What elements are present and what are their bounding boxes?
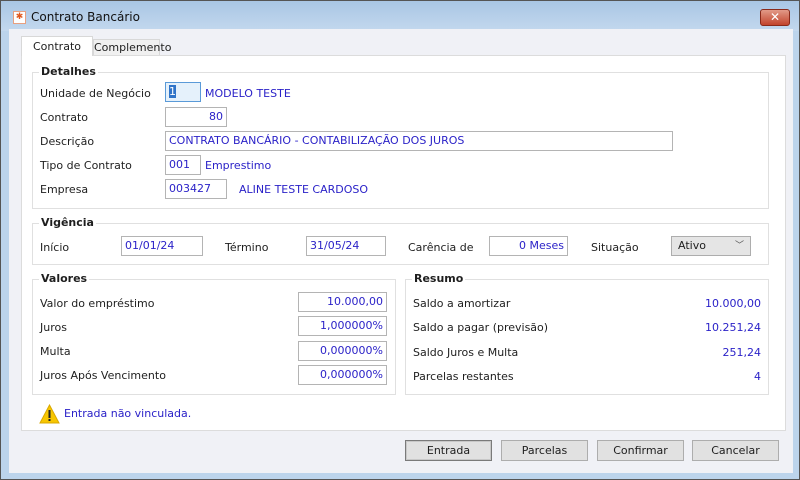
resumo-label: Saldo Juros e Multa: [413, 346, 519, 359]
unidade-input[interactable]: 1: [165, 82, 201, 102]
termino-input[interactable]: 31/05/24: [306, 236, 386, 256]
tipo-label: Tipo de Contrato: [40, 159, 132, 172]
descricao-input[interactable]: CONTRATO BANCÁRIO - CONTABILIZAÇÃO DOS J…: [165, 131, 673, 151]
close-button[interactable]: ✕: [760, 9, 790, 26]
situacao-value: Ativo: [678, 239, 706, 252]
resumo-value: 10.000,00: [705, 297, 761, 310]
tipo-input[interactable]: 001: [165, 155, 201, 175]
title-bar: ✱ Contrato Bancário ✕: [1, 1, 799, 31]
carencia-label: Carência de: [408, 241, 474, 254]
parcelas-button[interactable]: Parcelas: [501, 440, 588, 461]
warning-text: Entrada não vinculada.: [64, 407, 192, 420]
unidade-value: 1: [169, 85, 176, 98]
window-title: Contrato Bancário: [31, 10, 140, 24]
app-icon: ✱: [13, 11, 26, 24]
empresa-label: Empresa: [40, 183, 89, 196]
resumo-label: Saldo a pagar (previsão): [413, 321, 549, 334]
warning-icon: [39, 404, 60, 424]
contrato-input[interactable]: 80: [165, 107, 227, 127]
confirmar-button[interactable]: Confirmar: [597, 440, 684, 461]
juros-input[interactable]: 1,000000%: [298, 316, 387, 336]
resumo-label: Saldo a amortizar: [413, 297, 511, 310]
cancelar-button[interactable]: Cancelar: [692, 440, 779, 461]
unidade-name: MODELO TESTE: [205, 87, 291, 100]
unidade-label: Unidade de Negócio: [40, 87, 151, 100]
juros-apos-label: Juros Após Vencimento: [40, 369, 166, 382]
tab-complemento[interactable]: Complemento: [93, 39, 171, 56]
resumo-value: 4: [754, 370, 761, 383]
multa-label: Multa: [40, 345, 71, 358]
situacao-label: Situação: [591, 241, 639, 254]
group-title: Valores: [39, 272, 90, 285]
termino-label: Término: [225, 241, 269, 254]
valor-input[interactable]: 10.000,00: [298, 292, 387, 312]
group-title: Resumo: [412, 272, 466, 285]
empresa-name: ALINE TESTE CARDOSO: [239, 183, 369, 196]
tipo-name: Emprestimo: [205, 159, 272, 172]
resumo-value: 251,24: [722, 346, 762, 359]
chevron-down-icon: ﹀: [734, 241, 744, 251]
resumo-value: 10.251,24: [705, 321, 761, 334]
descricao-label: Descrição: [40, 135, 95, 148]
close-icon: ✕: [769, 10, 781, 24]
empresa-input[interactable]: 003427: [165, 179, 227, 199]
situacao-select[interactable]: Ativo ﹀: [671, 236, 751, 256]
entrada-button[interactable]: Entrada: [405, 440, 492, 461]
multa-input[interactable]: 0,000000%: [298, 341, 387, 361]
group-title: Vigência: [39, 216, 96, 229]
dialog-window: ✱ Contrato Bancário ✕ Contrato Complemen…: [0, 0, 800, 480]
group-title: Detalhes: [39, 65, 98, 78]
carencia-input[interactable]: 0 Meses: [489, 236, 568, 256]
resumo-label: Parcelas restantes: [413, 370, 514, 383]
tab-contrato[interactable]: Contrato: [21, 36, 93, 56]
inicio-input[interactable]: 01/01/24: [121, 236, 203, 256]
contrato-label: Contrato: [40, 111, 89, 124]
juros-apos-input[interactable]: 0,000000%: [298, 365, 387, 385]
valor-label: Valor do empréstimo: [40, 297, 155, 310]
inicio-label: Início: [40, 241, 70, 254]
juros-label: Juros: [40, 321, 67, 334]
